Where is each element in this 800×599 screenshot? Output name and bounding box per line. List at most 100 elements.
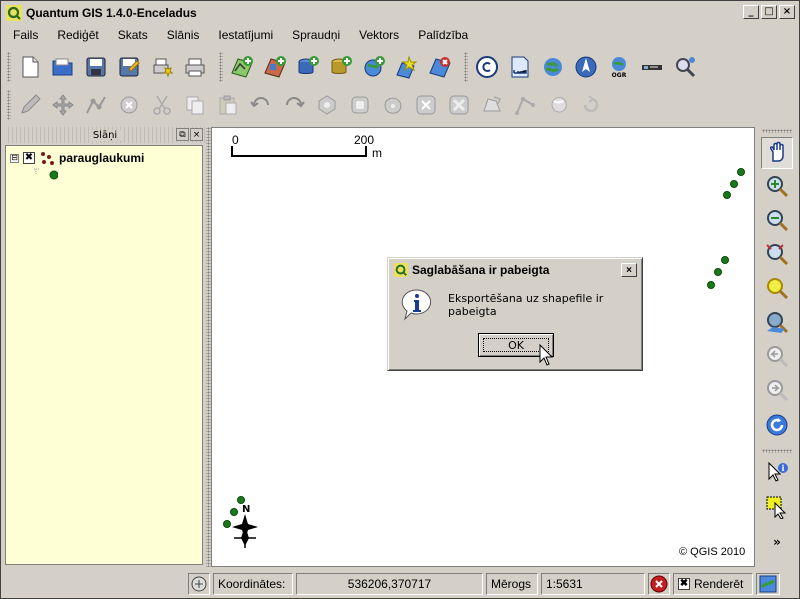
layer-symbol: [34, 166, 58, 180]
node-tool-icon[interactable]: [81, 90, 111, 120]
copyright-label-icon[interactable]: [472, 52, 502, 82]
layers-dock-title: Slāņi: [88, 129, 122, 141]
scale-label: Mērogs: [486, 573, 538, 595]
toolbar-grip[interactable]: [219, 52, 223, 82]
toggle-editing-icon[interactable]: [15, 90, 45, 120]
reshape-features-icon[interactable]: [477, 90, 507, 120]
identify-plugin-icon[interactable]: [670, 52, 700, 82]
collapse-toggle[interactable]: ⊟: [10, 153, 19, 163]
toggle-mouse-coords-button[interactable]: [188, 573, 210, 595]
close-button[interactable]: ×: [779, 5, 795, 19]
delete-part-icon[interactable]: [444, 90, 474, 120]
layer-item-parauglaukumi[interactable]: ⊟ ✖ parauglaukumi: [10, 150, 144, 166]
zoom-in-icon[interactable]: [761, 171, 793, 203]
scale-bar-icon[interactable]: [505, 52, 535, 82]
zoom-to-selection-icon[interactable]: [761, 273, 793, 305]
pan-icon[interactable]: [761, 137, 793, 169]
add-island-icon[interactable]: [345, 90, 375, 120]
delete-selected-icon[interactable]: [114, 90, 144, 120]
zoom-next-icon[interactable]: [761, 375, 793, 407]
render-toggle[interactable]: ✖ Renderēt: [673, 573, 753, 595]
menu-vektors[interactable]: Vektors: [348, 28, 407, 42]
map-point[interactable]: [230, 508, 238, 516]
rotate-label-icon[interactable]: [576, 90, 606, 120]
zoom-to-layer-icon[interactable]: [761, 307, 793, 339]
zoom-last-icon[interactable]: [761, 341, 793, 373]
save-project-icon[interactable]: [81, 52, 111, 82]
toolbar-grip[interactable]: [762, 449, 792, 453]
add-spatialite-layer-icon[interactable]: [326, 52, 356, 82]
svg-text:i: i: [781, 463, 784, 473]
zoom-full-icon[interactable]: [761, 239, 793, 271]
map-point[interactable]: [737, 168, 745, 176]
layers-dock-titlebar[interactable]: Slāņi ⧉ ×: [5, 127, 205, 143]
redo-icon[interactable]: [279, 90, 309, 120]
map-point[interactable]: [707, 281, 715, 289]
dialog-close-button[interactable]: ×: [621, 263, 637, 277]
menu-spraudni[interactable]: Spraudņi: [281, 28, 348, 42]
menu-rediget[interactable]: Rediģēt: [46, 28, 106, 42]
minimize-button[interactable]: _: [743, 5, 759, 19]
info-icon: [401, 289, 432, 321]
map-point[interactable]: [721, 256, 729, 264]
maximize-button[interactable]: □: [761, 5, 777, 19]
zoom-out-icon[interactable]: [761, 205, 793, 237]
paste-features-icon[interactable]: [213, 90, 243, 120]
menu-slanis[interactable]: Slānis: [156, 28, 208, 42]
add-postgis-layer-icon[interactable]: [293, 52, 323, 82]
map-point[interactable]: [223, 520, 231, 528]
coordinates-field[interactable]: 536206,370717: [296, 573, 483, 595]
menu-palidziba[interactable]: Palīdzība: [407, 28, 476, 42]
dock-close-button[interactable]: ×: [190, 128, 203, 141]
menu-iestatijumi[interactable]: Iestatījumi: [207, 28, 281, 42]
stop-render-button[interactable]: [648, 573, 670, 595]
open-project-icon[interactable]: [48, 52, 78, 82]
copy-features-icon[interactable]: [180, 90, 210, 120]
map-point[interactable]: [730, 180, 738, 188]
undo-icon[interactable]: [246, 90, 276, 120]
merge-features-icon[interactable]: [543, 90, 573, 120]
gps-tools-icon[interactable]: [637, 52, 667, 82]
menu-skats[interactable]: Skats: [107, 28, 156, 42]
select-features-icon[interactable]: [761, 491, 793, 523]
print-icon[interactable]: [180, 52, 210, 82]
toolbar-grip[interactable]: [7, 52, 11, 82]
dialog-titlebar[interactable]: Saglabāšana ir pabeigta ×: [391, 261, 639, 279]
layer-name: parauglaukumi: [59, 151, 145, 165]
north-arrow-icon[interactable]: [571, 52, 601, 82]
split-features-icon[interactable]: [510, 90, 540, 120]
scale-field[interactable]: 1:5631: [541, 573, 645, 595]
refresh-icon[interactable]: [761, 409, 793, 441]
toolbar-grip[interactable]: [7, 90, 11, 120]
delete-ring-icon[interactable]: [411, 90, 441, 120]
layer-visibility-checkbox[interactable]: ✖: [23, 152, 35, 164]
menu-fails[interactable]: Fails: [2, 28, 46, 42]
layer-legend-panel[interactable]: ⊟ ✖ parauglaukumi: [5, 145, 203, 565]
add-ring-icon[interactable]: [312, 90, 342, 120]
simplify-feature-icon[interactable]: [378, 90, 408, 120]
map-point[interactable]: [237, 496, 245, 504]
map-point[interactable]: [723, 191, 731, 199]
add-vector-layer-icon[interactable]: [227, 52, 257, 82]
new-project-icon[interactable]: [15, 52, 45, 82]
move-feature-icon[interactable]: [48, 90, 78, 120]
dock-float-button[interactable]: ⧉: [176, 128, 189, 141]
render-checkbox[interactable]: ✖: [678, 578, 690, 590]
new-vector-layer-icon[interactable]: [392, 52, 422, 82]
toolbar-grip[interactable]: [464, 52, 468, 82]
qgis-logo-icon: [6, 5, 22, 21]
add-wms-layer-icon[interactable]: [359, 52, 389, 82]
identify-icon[interactable]: i: [761, 457, 793, 489]
remove-layer-icon[interactable]: [425, 52, 455, 82]
print-composer-icon[interactable]: [147, 52, 177, 82]
projection-button[interactable]: [756, 573, 780, 595]
toolbar-extension-button[interactable]: »: [758, 535, 796, 549]
toolbar-grip[interactable]: [762, 129, 792, 133]
save-as-icon[interactable]: [114, 52, 144, 82]
map-point[interactable]: [714, 268, 722, 276]
dialog-message: Eksportēšana uz shapefile ir pabeigta: [448, 292, 604, 318]
add-raster-layer-icon[interactable]: [260, 52, 290, 82]
cut-features-icon[interactable]: [147, 90, 177, 120]
ogr-converter-icon[interactable]: OGR: [604, 52, 634, 82]
georeferencer-icon[interactable]: [538, 52, 568, 82]
